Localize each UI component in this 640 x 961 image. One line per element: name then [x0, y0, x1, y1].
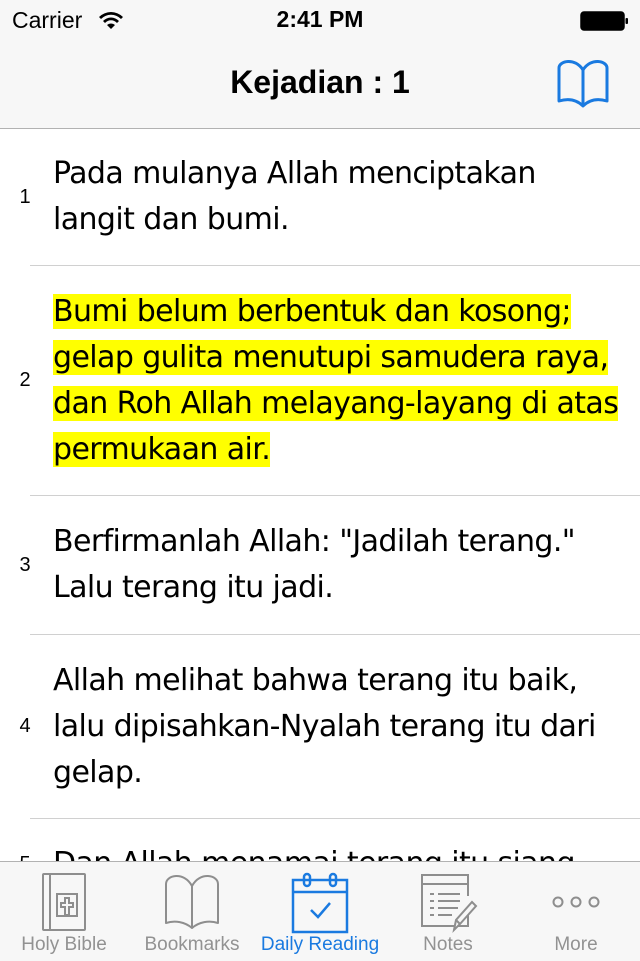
verse-text: Bumi belum berbentuk dan kosong; gelap g… [53, 289, 624, 473]
verse-text: Dan Allah menamai terang itu siang [53, 841, 576, 861]
verse-number: 3 [19, 553, 31, 576]
tab-label: Daily Reading [260, 934, 380, 955]
bible-icon [42, 873, 86, 931]
tab-daily-reading[interactable]: Daily Reading [256, 862, 384, 961]
more-dots-icon [552, 896, 600, 908]
tab-label: Bookmarks [144, 934, 240, 955]
verse-number: 5 [0, 853, 50, 861]
tab-more[interactable]: More [512, 862, 640, 961]
tab-label: More [554, 934, 598, 955]
tab-bar: Holy Bible Bookmarks Daily Reading Notes… [0, 861, 640, 961]
status-bar: Carrier 2:41 PM [0, 0, 640, 40]
verse-list[interactable]: 1 Pada mulanya Allah menciptakan langit … [0, 129, 640, 861]
verse-number: 2 [19, 369, 31, 391]
battery-full-icon [580, 11, 628, 31]
verse-row[interactable]: 5 Dan Allah menamai terang itu siang [19, 819, 640, 861]
verse-number: 4 [19, 715, 31, 737]
navigation-bar: Kejadian : 1 [0, 40, 640, 129]
verse-text: Pada mulanya Allah menciptakan langit da… [53, 156, 536, 237]
page-title: Kejadian : 1 [230, 64, 410, 100]
verse-text: Allah melihat bahwa terang itu baik, lal… [53, 662, 596, 790]
tab-notes[interactable]: Notes [384, 862, 512, 961]
open-book-icon [165, 875, 219, 929]
status-time: 2:41 PM [276, 6, 364, 32]
verse-row[interactable]: 3 Berfirmanlah Allah: "Jadilah terang." … [19, 496, 640, 635]
verse-row-highlighted[interactable]: 2 Bumi belum berbentuk dan kosong; gelap… [19, 266, 640, 496]
tab-bookmarks[interactable]: Bookmarks [128, 862, 256, 961]
verse-number: 1 [19, 185, 31, 208]
tab-label: Notes [423, 934, 473, 955]
verse-row[interactable]: 4 Allah melihat bahwa terang itu baik, l… [19, 635, 640, 819]
verse-row[interactable]: 1 Pada mulanya Allah menciptakan langit … [19, 129, 640, 266]
tab-label: Holy Bible [21, 934, 107, 955]
open-book-icon [557, 60, 609, 108]
verse-highlight: Bumi belum berbentuk dan kosong; gelap g… [53, 293, 619, 467]
notes-pencil-icon [421, 874, 478, 934]
calendar-check-icon [291, 872, 349, 934]
book-selector-button[interactable] [555, 58, 611, 110]
tab-holy-bible[interactable]: Holy Bible [0, 862, 128, 961]
verse-text: Berfirmanlah Allah: "Jadilah terang." La… [53, 524, 576, 605]
